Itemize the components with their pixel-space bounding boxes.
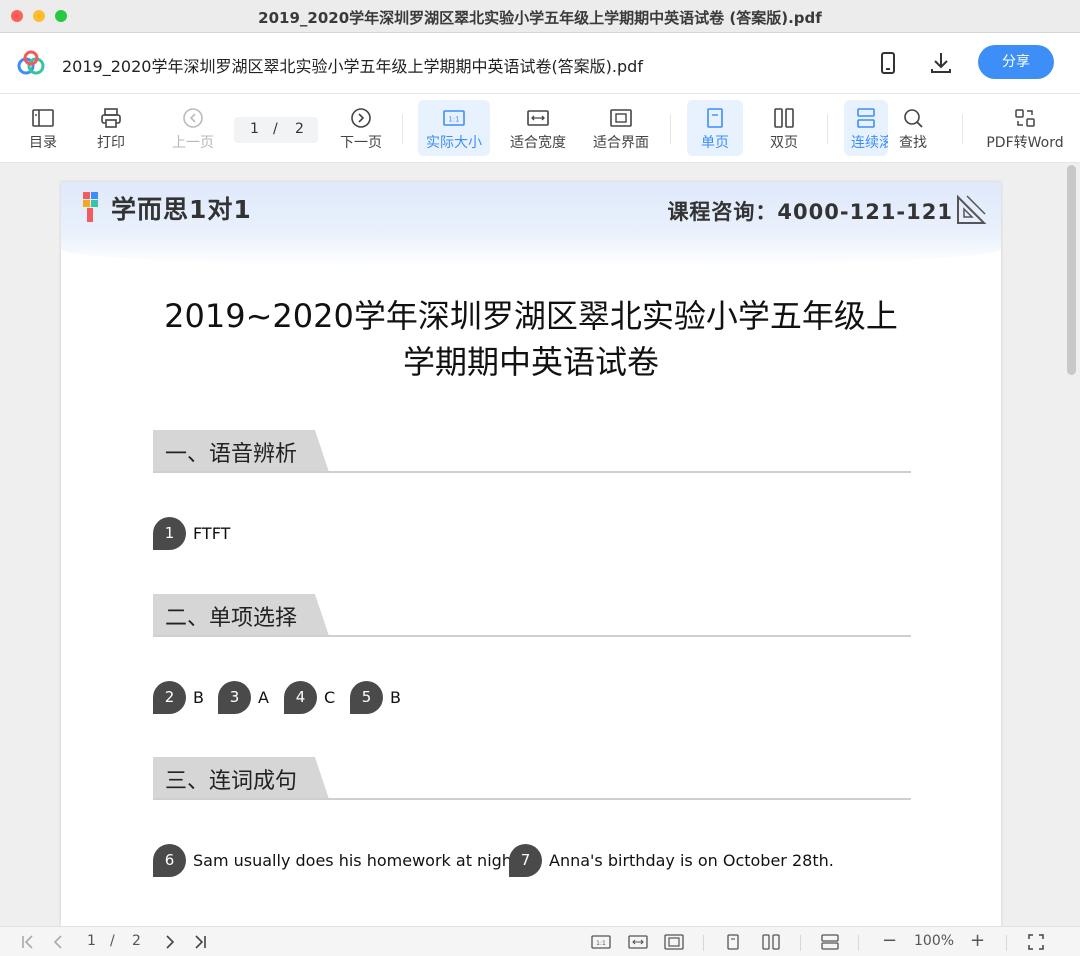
status-bar: 1 / 2 1:1 − 100% + bbox=[0, 926, 1080, 956]
answer-text: C bbox=[324, 688, 336, 707]
answer-text: Anna's birthday is on October 28th. bbox=[549, 851, 834, 870]
status-page-current[interactable]: 1 bbox=[87, 933, 96, 949]
prev-page-button[interactable]: 上一页 bbox=[166, 100, 220, 156]
chevron-right-circle-icon bbox=[351, 108, 371, 128]
page-header-banner: 学而思1对1 课程咨询：4000-121-121 bbox=[61, 182, 1001, 267]
ruler-icon bbox=[957, 194, 987, 224]
document-viewer[interactable]: 学而思1对1 课程咨询：4000-121-121 2019~2020学年深圳罗湖… bbox=[0, 163, 1080, 926]
fit-width-icon bbox=[527, 110, 549, 126]
exam-title-line-2: 学期期中英语试卷 bbox=[402, 343, 659, 381]
share-button[interactable]: 分享 bbox=[978, 45, 1054, 79]
fit-width-button[interactable]: 适合宽度 bbox=[502, 100, 574, 156]
last-page-icon[interactable] bbox=[192, 934, 208, 950]
actual-size-icon[interactable]: 1:1 bbox=[591, 934, 611, 950]
page-input[interactable]: 1 / 2 bbox=[234, 117, 318, 143]
fit-page-icon bbox=[610, 109, 632, 127]
first-page-icon[interactable] bbox=[20, 934, 36, 950]
answer-text: A bbox=[258, 688, 269, 707]
search-icon bbox=[904, 109, 923, 128]
continuous-scroll-icon bbox=[857, 108, 875, 128]
pdf-page: 学而思1对1 课程咨询：4000-121-121 2019~2020学年深圳罗湖… bbox=[61, 182, 1001, 926]
fit-page-icon[interactable] bbox=[664, 934, 684, 950]
actual-size-icon: 1:1 bbox=[443, 110, 465, 126]
next-page-icon[interactable] bbox=[162, 934, 178, 950]
answer-row: 2 B 3 A 4 C 5 B bbox=[153, 681, 453, 715]
download-icon[interactable] bbox=[928, 50, 954, 76]
question-number-badge: 3 bbox=[218, 681, 251, 714]
single-page-icon bbox=[707, 108, 723, 128]
fit-page-button[interactable]: 适合界面 bbox=[585, 100, 657, 156]
question-number-badge: 7 bbox=[509, 844, 542, 877]
question-number-badge: 5 bbox=[350, 681, 383, 714]
prev-page-icon[interactable] bbox=[50, 934, 66, 950]
double-page-button[interactable]: 双页 bbox=[756, 100, 812, 156]
fullscreen-icon[interactable] bbox=[1028, 934, 1044, 950]
answer-text: B bbox=[193, 688, 204, 707]
question-number-badge: 4 bbox=[284, 681, 317, 714]
question-number-badge: 1 bbox=[153, 517, 186, 550]
window-titlebar: 2019_2020学年深圳罗湖区翠北实验小学五年级上学期期中英语试卷 (答案版)… bbox=[0, 0, 1080, 33]
answer-text: B bbox=[390, 688, 401, 707]
brand-name: 学而思1对1 bbox=[111, 195, 252, 224]
window-title: 2019_2020学年深圳罗湖区翠北实验小学五年级上学期期中英语试卷 (答案版)… bbox=[258, 9, 822, 27]
toc-button[interactable]: 目录 bbox=[18, 100, 68, 156]
question-number-badge: 6 bbox=[153, 844, 186, 877]
svg-text:1:1: 1:1 bbox=[448, 116, 459, 124]
continuous-scroll-button[interactable]: 连续滚 bbox=[844, 100, 888, 156]
toc-icon bbox=[32, 109, 54, 127]
document-name: 2019_2020学年深圳罗湖区翠北实验小学五年级上学期期中英语试卷(答案版).… bbox=[62, 57, 643, 76]
toolbar-divider bbox=[827, 114, 828, 144]
print-button[interactable]: 打印 bbox=[86, 100, 136, 156]
single-page-button[interactable]: 单页 bbox=[687, 100, 743, 156]
phone-icon[interactable] bbox=[875, 50, 901, 76]
answer-text: FTFT bbox=[193, 524, 231, 543]
app-header: 2019_2020学年深圳罗湖区翠北实验小学五年级上学期期中英语试卷(答案版).… bbox=[0, 33, 1080, 94]
toolbar-divider bbox=[962, 114, 963, 144]
section-heading: 二、单项选择 bbox=[153, 594, 911, 638]
consult-phone: 课程咨询：4000-121-121 bbox=[667, 200, 953, 224]
chevron-left-circle-icon bbox=[183, 108, 203, 128]
answer-text: Sam usually does his homework at night. bbox=[193, 851, 524, 870]
continuous-scroll-icon[interactable] bbox=[820, 934, 840, 950]
zoom-in-button[interactable]: + bbox=[970, 930, 985, 951]
svg-text:1:1: 1:1 bbox=[596, 940, 606, 947]
brand-logo-icon bbox=[83, 192, 98, 222]
logo-icon bbox=[17, 50, 45, 75]
convert-icon bbox=[1015, 109, 1035, 127]
toolbar-divider bbox=[670, 114, 671, 144]
vertical-scrollbar[interactable] bbox=[1067, 165, 1076, 375]
pdf-to-word-button[interactable]: PDF转Word bbox=[982, 100, 1068, 156]
question-number-badge: 2 bbox=[153, 681, 186, 714]
double-page-icon[interactable] bbox=[761, 934, 781, 950]
zoom-out-button[interactable]: − bbox=[882, 930, 897, 951]
exam-title-line-1: 2019~2020学年深圳罗湖区翠北实验小学五年级上 bbox=[164, 297, 898, 335]
section-heading: 三、连词成句 bbox=[153, 757, 911, 801]
viewer-toolbar: 目录 打印 上一页 1 / 2 下一页 1:1 实际大小 适合宽度 适合界面 单… bbox=[0, 94, 1080, 163]
status-page-total: 2 bbox=[132, 933, 141, 949]
find-button[interactable]: 查找 bbox=[890, 100, 936, 156]
fit-width-icon[interactable] bbox=[628, 934, 648, 950]
answer-row: 6 Sam usually does his homework at night… bbox=[153, 844, 853, 878]
zoom-level: 100% bbox=[914, 933, 955, 949]
printer-icon bbox=[101, 108, 121, 128]
double-page-icon bbox=[774, 108, 794, 128]
section-heading: 一、语音辨析 bbox=[153, 430, 911, 474]
next-page-button[interactable]: 下一页 bbox=[334, 100, 388, 156]
actual-size-button[interactable]: 1:1 实际大小 bbox=[418, 100, 490, 156]
toolbar-divider bbox=[402, 114, 403, 144]
single-page-icon[interactable] bbox=[724, 934, 742, 950]
